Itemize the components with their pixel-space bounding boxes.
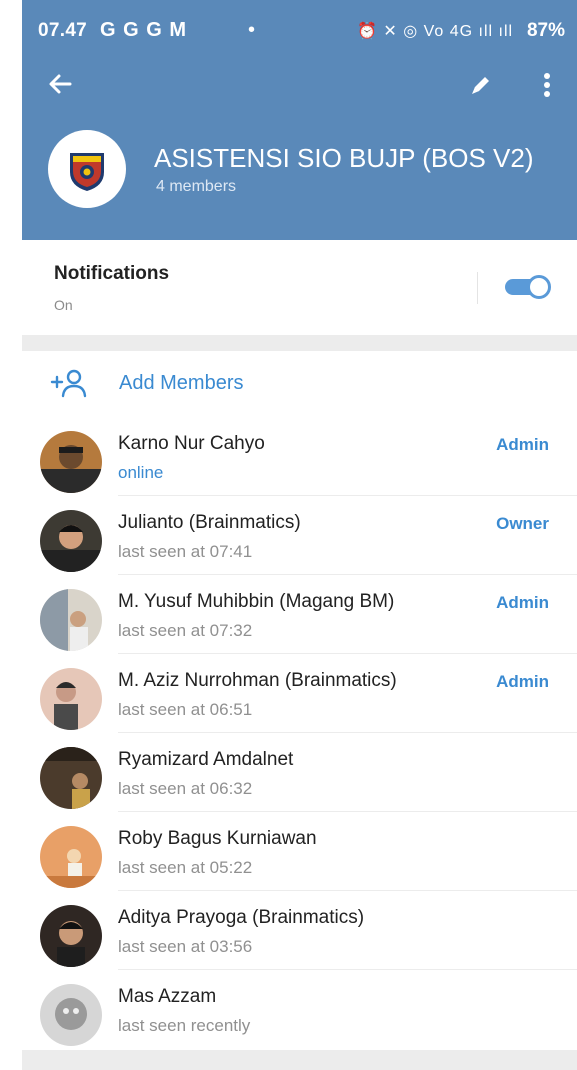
member-name: Karno Nur Cahyo <box>118 433 265 454</box>
member-status: last seen at 07:41 <box>118 542 253 561</box>
member-name: Julianto (Brainmatics) <box>118 512 301 533</box>
police-badge-icon <box>70 153 104 191</box>
user-photo-icon <box>40 668 102 730</box>
member-row[interactable]: Ryamizard Amdalnet last seen at 06:32 <box>22 733 577 812</box>
avatar <box>40 747 102 809</box>
notifications-state: On <box>54 297 73 313</box>
notifications-label: Notifications <box>54 263 170 284</box>
member-row[interactable]: Aditya Prayoga (Brainmatics) last seen a… <box>22 891 577 970</box>
member-status: last seen at 06:32 <box>118 779 253 798</box>
group-member-count: 4 members <box>156 178 237 195</box>
member-row[interactable]: M. Yusuf Muhibbin (Magang BM) last seen … <box>22 575 577 654</box>
avatar <box>40 510 102 572</box>
section-divider <box>22 335 577 351</box>
member-name: Roby Bagus Kurniawan <box>118 828 317 849</box>
member-name: Aditya Prayoga (Brainmatics) <box>118 907 365 928</box>
back-button[interactable] <box>44 68 76 100</box>
add-person-icon <box>50 369 87 398</box>
divider <box>477 272 478 304</box>
avatar <box>40 431 102 493</box>
more-vertical-icon <box>544 73 550 97</box>
group-avatar[interactable] <box>48 130 126 208</box>
member-row[interactable]: Karno Nur Cahyo online Admin <box>22 417 577 496</box>
avatar <box>40 668 102 730</box>
member-name: Ryamizard Amdalnet <box>118 749 294 770</box>
status-bar: 07.47 G G G M • ⏰ ✕ ◎ Vo 4G ıll ıll 87% <box>22 0 577 62</box>
member-row[interactable]: Julianto (Brainmatics) last seen at 07:4… <box>22 496 577 575</box>
member-role-badge: Owner <box>496 514 549 533</box>
member-name: Mas Azzam <box>118 986 217 1007</box>
members-section: Add Members Karno Nur Cahyo online Admin <box>22 351 577 1050</box>
toggle-knob <box>527 275 551 299</box>
more-options-button[interactable] <box>532 68 562 102</box>
member-row[interactable]: M. Aziz Nurrohman (Brainmatics) last see… <box>22 654 577 733</box>
member-status: online <box>118 463 164 482</box>
avatar <box>40 984 102 1046</box>
edit-button[interactable] <box>466 70 496 100</box>
system-status-icons: ⏰ ✕ ◎ Vo 4G ıll ıll <box>357 23 514 40</box>
status-dot: • <box>248 19 256 41</box>
user-photo-icon <box>40 826 102 888</box>
notifications-toggle[interactable] <box>503 275 551 299</box>
member-status: last seen at 05:22 <box>118 858 253 877</box>
user-photo-icon <box>40 747 102 809</box>
avatar <box>40 826 102 888</box>
group-info-screen: 07.47 G G G M • ⏰ ✕ ◎ Vo 4G ıll ıll 87% <box>0 0 577 1070</box>
group-header: 07.47 G G G M • ⏰ ✕ ◎ Vo 4G ıll ıll 87% <box>22 0 577 240</box>
status-time: 07.47 <box>38 20 88 41</box>
pencil-icon <box>472 77 489 94</box>
member-row[interactable]: Mas Azzam last seen recently <box>22 970 577 1049</box>
member-role-badge: Admin <box>496 593 549 612</box>
notification-icons: G G G M <box>100 19 187 41</box>
notifications-row[interactable]: Notifications On <box>22 240 577 335</box>
user-photo-icon <box>40 510 102 572</box>
battery-level: 87% <box>526 20 565 41</box>
arrow-left-icon <box>49 74 72 94</box>
user-photo-icon <box>40 905 102 967</box>
avatar <box>40 589 102 651</box>
group-title: ASISTENSI SIO BUJP (BOS V2) <box>154 143 534 173</box>
avatar <box>40 905 102 967</box>
member-row[interactable]: Roby Bagus Kurniawan last seen at 05:22 <box>22 812 577 891</box>
add-members-button[interactable]: Add Members <box>22 351 577 417</box>
member-name: M. Yusuf Muhibbin (Magang BM) <box>118 591 395 612</box>
member-status: last seen at 07:32 <box>118 621 253 640</box>
user-photo-icon <box>40 984 102 1046</box>
add-members-label: Add Members <box>119 372 244 394</box>
member-name: M. Aziz Nurrohman (Brainmatics) <box>118 670 397 691</box>
member-status: last seen at 06:51 <box>118 700 253 719</box>
member-role-badge: Admin <box>496 435 549 454</box>
member-status: last seen at 03:56 <box>118 937 253 956</box>
member-role-badge: Admin <box>496 672 549 691</box>
user-photo-icon <box>40 431 102 493</box>
section-divider <box>22 1050 577 1070</box>
user-photo-icon <box>40 589 102 651</box>
member-status: last seen recently <box>118 1016 251 1035</box>
